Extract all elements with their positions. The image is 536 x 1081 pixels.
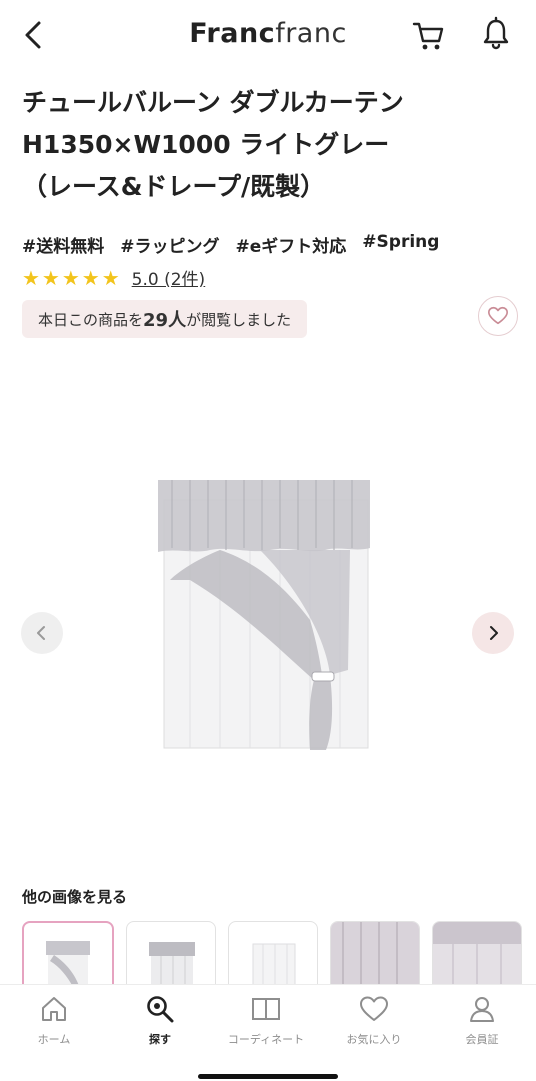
views-badge: 本日この商品を 29人 が閲覧しました — [22, 300, 308, 338]
thumbnail-2[interactable] — [126, 921, 216, 987]
app-header: Francfranc — [0, 0, 536, 70]
bell-icon — [483, 16, 509, 50]
brand-logo[interactable]: Francfranc — [0, 18, 536, 49]
tab-coordinate[interactable]: コーディネート — [216, 993, 316, 1047]
curtain-thumbnail — [331, 922, 419, 987]
title-line-1: チュールバルーン ダブルカーテン — [22, 88, 404, 117]
tag-spring[interactable]: #Spring — [362, 232, 439, 257]
tag-free-shipping[interactable]: #送料無料 — [22, 232, 104, 257]
bottom-tab-bar: ホーム 探す コーディネート お気に入り 会員証 — [0, 984, 536, 1081]
tab-home[interactable]: ホーム — [4, 993, 104, 1047]
views-count: 29人 — [143, 310, 187, 331]
heart-icon — [360, 996, 388, 1021]
tag-wrapping[interactable]: #ラッピング — [120, 232, 219, 257]
thumbnail-strip — [22, 921, 536, 987]
curtain-image — [158, 480, 370, 750]
curtain-thumbnail — [46, 941, 90, 987]
tab-favorites-label: お気に入り — [346, 1033, 402, 1046]
cart-button[interactable] — [410, 17, 446, 53]
curtain-thumbnail — [252, 943, 296, 987]
star-rating-icon: ★★★★★ — [22, 265, 122, 290]
tab-member-card[interactable]: 会員証 — [432, 993, 532, 1047]
cart-icon — [412, 22, 444, 50]
tab-search[interactable]: 探す — [110, 993, 210, 1047]
tab-favorites[interactable]: お気に入り — [324, 993, 424, 1047]
thumbnail-4[interactable] — [330, 921, 420, 987]
tab-search-label: 探す — [149, 1033, 171, 1046]
home-icon — [42, 997, 66, 1021]
home-indicator — [198, 1074, 338, 1079]
review-link[interactable]: 5.0 (2件) — [132, 265, 206, 290]
product-tags: #送料無料 #ラッピング #eギフト対応 #Spring — [22, 232, 439, 257]
views-suffix: が閲覧しました — [186, 310, 292, 329]
curtain-thumbnail — [149, 942, 195, 987]
curtain-thumbnail — [433, 922, 521, 987]
tag-egift[interactable]: #eギフト対応 — [236, 232, 347, 257]
rating-row: ★★★★★ 5.0 (2件) — [22, 265, 206, 291]
carousel-next-button[interactable] — [472, 612, 514, 654]
logo-light-text: franc — [275, 18, 347, 49]
chevron-left-icon — [37, 626, 45, 640]
favorite-button[interactable] — [478, 296, 518, 336]
views-prefix: 本日この商品を — [38, 310, 144, 329]
thumbnail-1[interactable] — [22, 921, 114, 987]
thumbnail-3[interactable] — [228, 921, 318, 987]
heart-icon — [488, 306, 508, 325]
chevron-right-icon — [490, 626, 498, 640]
tab-coordinate-label: コーディネート — [227, 1033, 305, 1046]
title-line-2: H1350×W1000 ライトグレー — [22, 130, 390, 159]
notification-button[interactable] — [478, 16, 514, 52]
other-images-label: 他の画像を見る — [22, 888, 128, 906]
logo-bold-text: Franc — [189, 18, 276, 49]
carousel-prev-button[interactable] — [21, 612, 63, 654]
title-line-3: （レース&ドレープ/既製） — [22, 172, 326, 201]
tab-home-label: ホーム — [37, 1033, 71, 1046]
member-icon — [470, 997, 494, 1022]
search-icon — [147, 996, 174, 1023]
product-main-image[interactable] — [150, 470, 380, 760]
tab-member-card-label: 会員証 — [465, 1033, 499, 1046]
book-icon — [252, 998, 280, 1020]
thumbnail-5[interactable] — [432, 921, 522, 987]
product-title: チュールバルーン ダブルカーテン H1350×W1000 ライトグレー （レース… — [22, 82, 522, 208]
